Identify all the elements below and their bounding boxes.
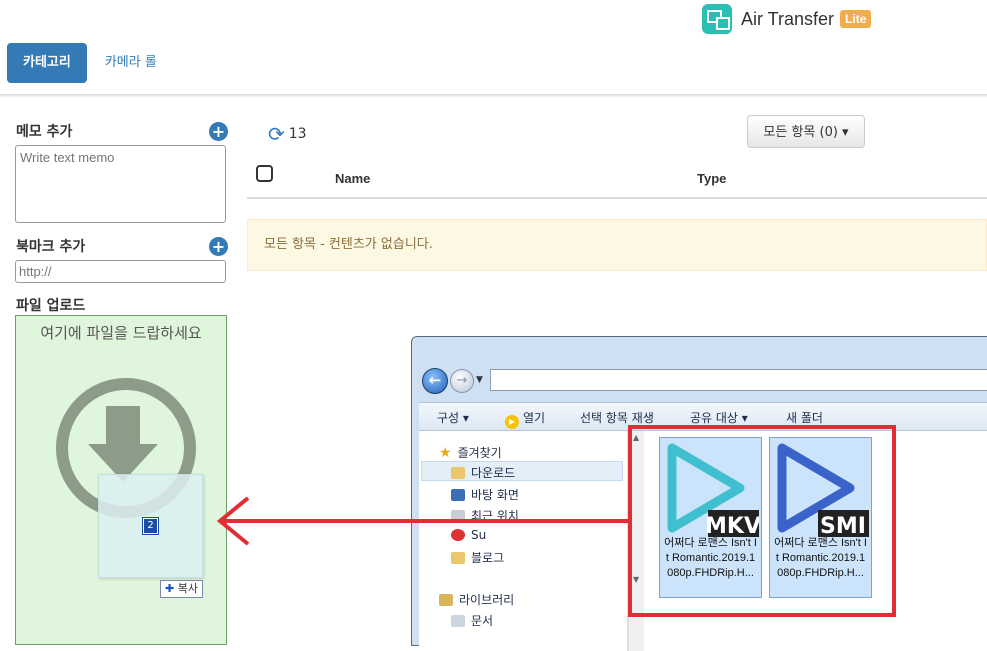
refresh-count: 13 bbox=[288, 126, 307, 142]
memo-label: 메모 추가 bbox=[16, 124, 73, 140]
nav-downloads-label: 다운로드 bbox=[471, 466, 516, 480]
brand: Air Transfer Lite bbox=[702, 4, 872, 34]
nav-libraries[interactable]: 라이브러리 bbox=[439, 591, 514, 608]
table-header-divider bbox=[247, 197, 987, 199]
folder-icon bbox=[451, 551, 465, 564]
open-button[interactable]: ▶ 열기 bbox=[505, 409, 545, 429]
add-memo-button[interactable]: + bbox=[209, 122, 228, 141]
bookmark-url-input[interactable] bbox=[15, 260, 226, 283]
drag-count-badge: 2 bbox=[142, 517, 159, 535]
plus-icon: ✚ bbox=[165, 582, 175, 595]
highlight-box bbox=[628, 425, 896, 617]
play-selected-button[interactable]: 선택 항목 재생 bbox=[580, 409, 654, 426]
nav-favorites-label: 즐겨찾기 bbox=[457, 446, 502, 460]
open-label: 열기 bbox=[523, 411, 546, 425]
share-menu[interactable]: 공유 대상 ▾ bbox=[690, 409, 748, 426]
play-icon: ▶ bbox=[505, 415, 519, 429]
download-folder-icon bbox=[451, 466, 465, 479]
back-arrow-icon[interactable]: ← bbox=[422, 368, 448, 394]
library-icon bbox=[439, 593, 453, 606]
copy-label: 복사 bbox=[177, 582, 198, 595]
organize-menu[interactable]: 구성 ▾ bbox=[437, 409, 469, 426]
tab-bar: 카테고리 카메라 롤 bbox=[7, 43, 173, 83]
tab-camera-roll[interactable]: 카메라 롤 bbox=[89, 43, 173, 83]
copy-cursor-badge: ✚ 복사 bbox=[160, 580, 203, 598]
tab-category[interactable]: 카테고리 bbox=[7, 43, 87, 83]
address-bar[interactable] bbox=[490, 369, 987, 391]
bookmark-label: 북마크 추가 bbox=[16, 239, 86, 255]
column-name[interactable]: Name bbox=[335, 171, 370, 186]
nav-documents[interactable]: 문서 bbox=[451, 612, 493, 629]
nav-blog-label: 블로그 bbox=[471, 551, 505, 565]
select-all-checkbox[interactable] bbox=[256, 165, 273, 182]
star-icon: ★ bbox=[439, 444, 452, 461]
brand-name: Air Transfer bbox=[741, 8, 835, 29]
empty-message: 모든 항목 - 컨텐츠가 없습니다. bbox=[247, 219, 987, 271]
air-transfer-logo-icon bbox=[702, 4, 732, 34]
nav-downloads[interactable]: 다운로드 bbox=[451, 464, 515, 481]
nav-blog[interactable]: 블로그 bbox=[451, 549, 504, 566]
nav-documents-label: 문서 bbox=[471, 614, 494, 628]
refresh-icon: ⟳ bbox=[268, 122, 285, 146]
download-arrow-icon bbox=[106, 406, 140, 446]
filter-dropdown-button[interactable]: 모든 항목 (0) ▾ bbox=[747, 115, 865, 148]
nav-favorites[interactable]: ★ 즐겨찾기 bbox=[439, 444, 502, 461]
add-bookmark-button[interactable]: + bbox=[209, 237, 228, 256]
file-dropzone[interactable]: 여기에 파일을 드랍하세요 2 ✚ 복사 bbox=[15, 315, 227, 645]
forward-arrow-icon[interactable]: → bbox=[450, 369, 474, 393]
history-dropdown-icon[interactable]: ▼ bbox=[476, 375, 483, 385]
column-type[interactable]: Type bbox=[697, 171, 726, 186]
lite-badge: Lite bbox=[840, 10, 872, 28]
nav-libraries-label: 라이브러리 bbox=[459, 593, 515, 607]
header-divider bbox=[0, 94, 987, 97]
memo-textarea[interactable] bbox=[15, 145, 226, 223]
drag-direction-arrow-icon bbox=[216, 496, 630, 546]
new-folder-button[interactable]: 새 폴더 bbox=[786, 409, 823, 426]
refresh-control[interactable]: ⟳ 13 bbox=[268, 124, 307, 144]
upload-label: 파일 업로드 bbox=[16, 298, 86, 314]
dropzone-text: 여기에 파일을 드랍하세요 bbox=[40, 324, 202, 342]
documents-icon bbox=[451, 614, 465, 627]
